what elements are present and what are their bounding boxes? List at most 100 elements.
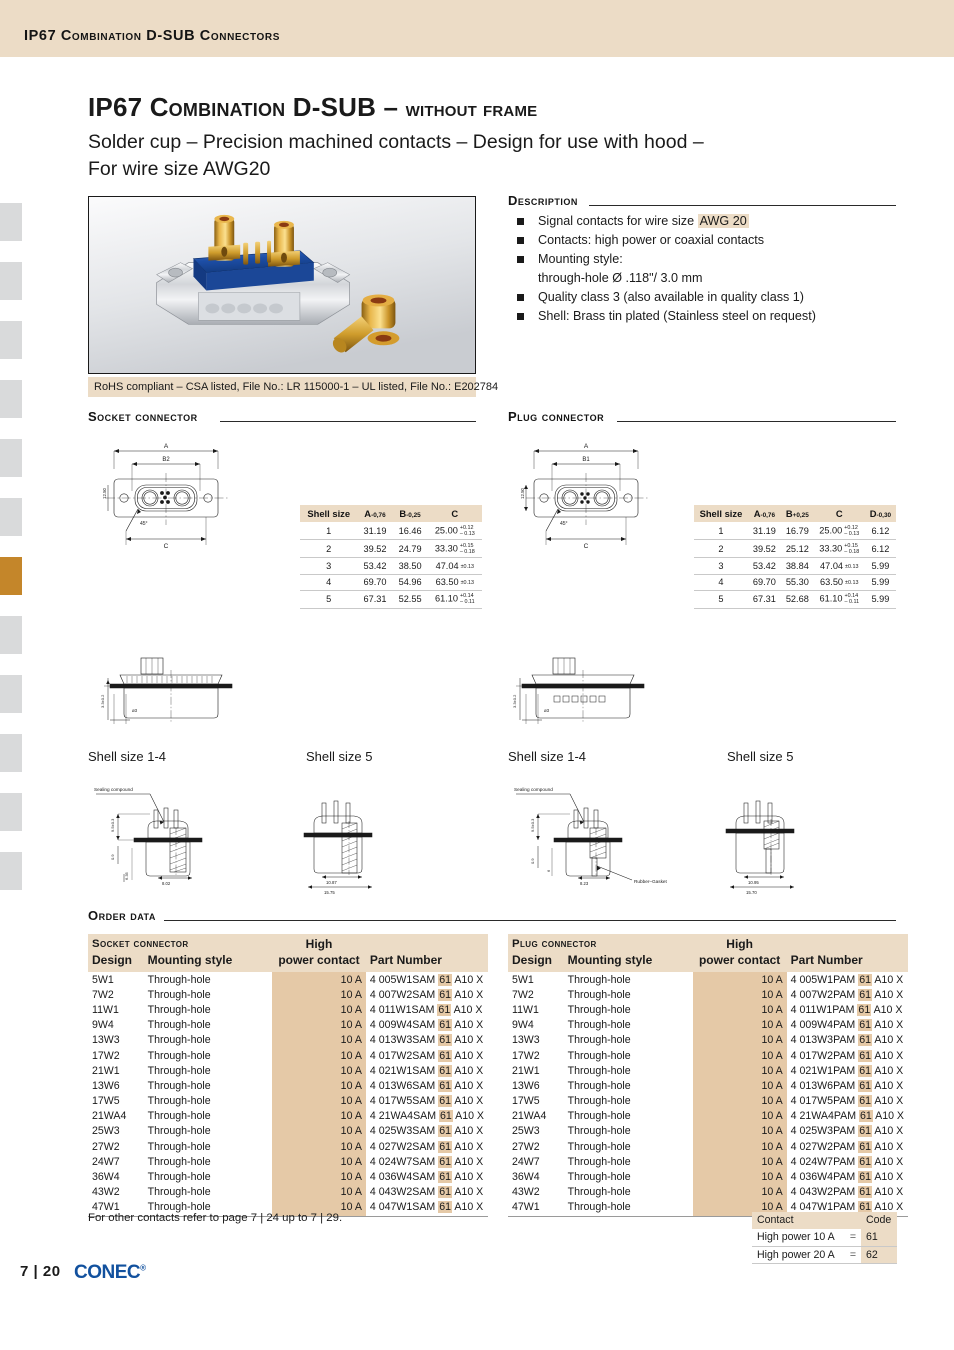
svg-text:15.70: 15.70 xyxy=(746,890,757,895)
description-item-text: through-hole Ø .118"/ 3.0 mm xyxy=(538,271,703,285)
cell-shell: 2 xyxy=(694,539,748,559)
cell-a: 69.70 xyxy=(357,574,393,591)
col-b-tol: -0,25 xyxy=(406,512,421,519)
table-row: High power 10 A = 61 xyxy=(752,1228,897,1247)
description-item: Contacts: high power or coaxial contacts xyxy=(508,231,908,250)
col-a-tol: -0,76 xyxy=(760,512,776,519)
part-number-code: 61 xyxy=(858,1079,872,1092)
table-header-row: Shell size A-0,76 B-0,25 C xyxy=(300,505,482,522)
svg-text:A: A xyxy=(584,443,589,450)
cell-part-number: 4 021W1SAM 61 A10 X xyxy=(369,1064,484,1077)
cell-part-number: 4 013W6PAM 61 A10 X xyxy=(790,1079,904,1092)
page-subtitle: Solder cup – Precision machined contacts… xyxy=(88,129,828,183)
cell-power: 10 A xyxy=(692,1047,787,1064)
cell-part-number: 4 024W7SAM 61 A10 X xyxy=(369,1155,484,1168)
part-number-code: 61 xyxy=(858,1019,872,1032)
col-part-number: Part Number xyxy=(786,951,908,972)
cell-design: 24W7 xyxy=(92,1155,120,1168)
cell-c: 33.30 +0.15– 0.18 xyxy=(427,539,482,559)
description-item-text: Contacts: high power or coaxial contacts xyxy=(538,233,765,247)
cell-c-tolerance: +0.14– 0.11 xyxy=(844,593,860,606)
part-number-code: 61 xyxy=(438,1079,452,1092)
table-row: 3 53.42 38.84 47.04 ±0.13 5.99 xyxy=(694,557,896,575)
cell-design: 21W1 xyxy=(512,1064,540,1077)
part-number-code: 61 xyxy=(438,1110,453,1123)
cell-part-number: 4 024W7PAM 61 A10 X xyxy=(790,1155,904,1168)
cell-shell: 1 xyxy=(694,522,748,541)
plug-connector-heading: Plug connector xyxy=(508,409,605,424)
cell-a: 67.31 xyxy=(357,590,393,609)
cell-design: 13W6 xyxy=(512,1079,540,1092)
cell-b: 38.50 xyxy=(392,557,428,575)
table-row: 25W3 Through-hole 10 A4 025W3SAM 61 A10 X xyxy=(88,1123,488,1140)
cell-c-value: 61.10 xyxy=(435,593,459,604)
cell-c-tolerance: ±0.13 xyxy=(845,579,859,586)
cell-power: 10 A xyxy=(272,1093,366,1109)
bullet-square-icon xyxy=(517,237,524,244)
cell-c-tolerance: +0.12– 0.13 xyxy=(844,524,860,537)
cell-part-number: 4 005W1SAM 61 A10 X xyxy=(369,973,484,986)
cell-a: 39.52 xyxy=(747,539,781,559)
cell-mounting: Through-hole xyxy=(147,1095,211,1108)
cell-part-number: 4 21WA4PAM 61 A10 X xyxy=(790,1110,904,1123)
table-row: 17W2 Through-hole 10 A4 017W2SAM 61 A10 X xyxy=(88,1047,488,1064)
subtitle-line-2: For wire size AWG20 xyxy=(88,158,271,180)
svg-text:A: A xyxy=(164,443,169,450)
cell-c-value: 33.30 xyxy=(434,543,458,554)
cell-c: 25.00 +0.12– 0.13 xyxy=(427,522,482,541)
order-data-heading: Order data xyxy=(88,908,156,923)
cell-mounting: Through-hole xyxy=(567,1003,631,1016)
description-item: Mounting style: xyxy=(508,250,908,269)
cell-d: 5.99 xyxy=(864,557,896,575)
table-row: 43W2 Through-hole 10 A4 043W2SAM 61 A10 X xyxy=(88,1184,488,1200)
part-number-code: 61 xyxy=(858,1095,872,1108)
svg-text:C: C xyxy=(164,543,169,549)
cell-c-tolerance: +0.15– 0.18 xyxy=(459,542,475,555)
col-design: Design xyxy=(508,951,564,972)
cell-part-number: 4 009W4SAM 61 A10 X xyxy=(369,1019,484,1032)
cell-design: 13W3 xyxy=(512,1034,540,1047)
bullet-square-icon xyxy=(517,218,524,225)
svg-text:3.3±0.2: 3.3±0.2 xyxy=(100,694,105,708)
col-part-number: Part Number xyxy=(365,951,488,972)
cell-power: 10 A xyxy=(692,1017,787,1033)
cell-c: 63.50 ±0.13 xyxy=(813,574,865,591)
svg-text:Rubber–Gasket: Rubber–Gasket xyxy=(634,879,668,884)
bullet-square-icon xyxy=(517,256,524,263)
cell-b: 54.96 xyxy=(392,574,428,591)
cell-c-value: 47.04 xyxy=(820,560,844,571)
cell-power: 10 A xyxy=(272,1047,366,1064)
cell-part-number: 4 036W4SAM 61 A10 X xyxy=(369,1171,484,1184)
col-power-line1: High xyxy=(692,934,787,951)
cell-c-value: 33.30 xyxy=(819,543,843,554)
cell-contact: High power 20 A xyxy=(752,1246,845,1265)
col-d-tol: -0,30 xyxy=(876,512,892,519)
part-number-code: 61 xyxy=(858,1171,872,1184)
cell-c-value: 25.00 xyxy=(819,525,843,536)
cell-design: 25W3 xyxy=(512,1125,540,1138)
svg-text:12.50: 12.50 xyxy=(520,487,525,499)
socket-order-table-title: Socket connector xyxy=(92,938,189,950)
cell-part-number: 4 017W5PAM 61 A10 X xyxy=(790,1095,904,1108)
cell-equals-sign: = xyxy=(844,1246,861,1265)
svg-text:C: C xyxy=(584,543,589,549)
svg-text:0.9: 0.9 xyxy=(530,858,535,864)
part-number-code: 61 xyxy=(438,1095,452,1108)
table-row: 9W4 Through-hole 10 A4 009W4PAM 61 A10 X xyxy=(508,1017,908,1033)
table-row: 13W6 Through-hole 10 A4 013W6SAM 61 A10 X xyxy=(88,1078,488,1094)
cell-design: 17W5 xyxy=(92,1095,120,1108)
cell-power: 10 A xyxy=(692,1169,787,1185)
part-number-code: 61 xyxy=(438,1155,452,1168)
part-number-code: 61 xyxy=(858,1110,873,1123)
description-item: Signal contacts for wire size AWG 20 xyxy=(508,212,908,231)
table-row: High power 20 A = 62 xyxy=(752,1246,897,1265)
cell-part-number: 4 011W1PAM 61 A10 X xyxy=(790,1003,903,1016)
cell-shell: 3 xyxy=(300,557,358,575)
cell-part-number: 4 025W3SAM 61 A10 X xyxy=(369,1125,484,1138)
cell-power: 10 A xyxy=(692,1108,787,1124)
plug-sealing-detail-shell5-drawing: 10.95 15.70 xyxy=(716,795,826,895)
socket-order-table-title-row: Socket connector High xyxy=(88,934,488,951)
cell-c: 61.10 +0.14– 0.11 xyxy=(427,590,482,609)
col-mounting-style: Mounting style xyxy=(143,951,273,972)
cell-part-number: 4 043W2PAM 61 A10 X xyxy=(790,1186,904,1199)
